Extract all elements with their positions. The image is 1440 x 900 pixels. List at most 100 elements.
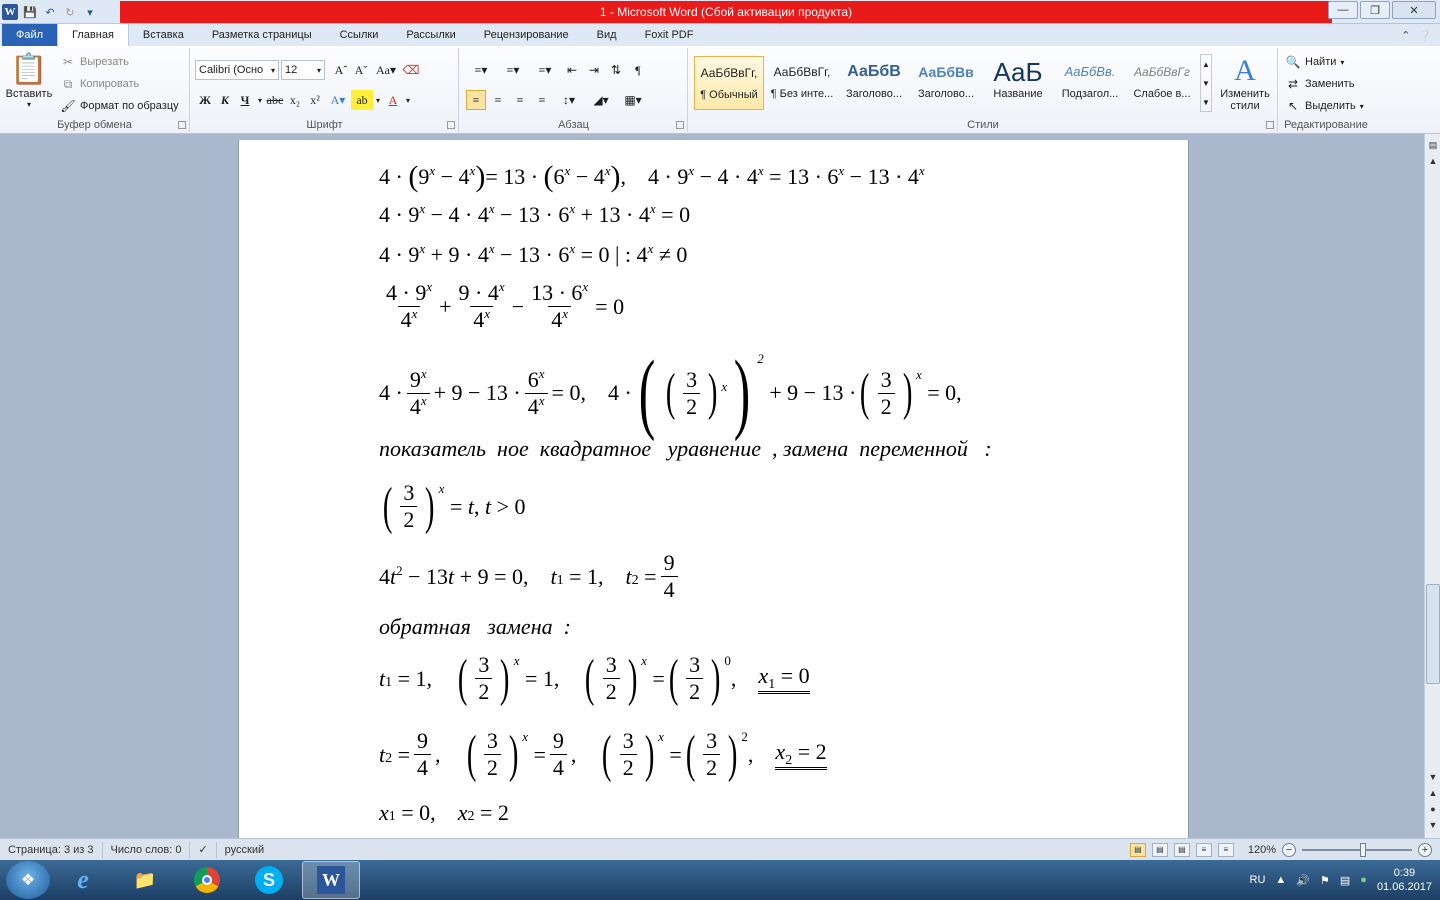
italic-icon[interactable]: К	[215, 90, 235, 110]
help-icon[interactable]: ❔	[1418, 29, 1432, 42]
styles-scroll[interactable]: ▲ ▼ ▼	[1200, 54, 1212, 112]
line-spacing-icon[interactable]: ↕▾	[554, 90, 584, 110]
clear-formatting-icon[interactable]: ⌫	[401, 60, 421, 80]
flag-icon[interactable]: ⚑	[1320, 874, 1330, 887]
select-button[interactable]: ↖ Выделить ▾	[1285, 98, 1364, 114]
full-screen-reading-icon[interactable]: ▤	[1151, 842, 1168, 857]
change-styles-button[interactable]: A Изменить стили	[1215, 54, 1275, 112]
style-heading-1[interactable]: АаБбВ Заголово...	[839, 56, 909, 110]
word-taskbar-icon[interactable]: W	[302, 861, 360, 899]
change-case-icon[interactable]: Aa▾	[371, 60, 401, 80]
previous-page-icon[interactable]: ▲	[1425, 786, 1440, 800]
decrease-indent-icon[interactable]: ⇤	[562, 60, 582, 80]
font-name-combo[interactable]: Calibri (Осно ▾	[195, 60, 279, 80]
tab-page-layout[interactable]: Разметка страницы	[198, 24, 326, 46]
replace-button[interactable]: ⇄ Заменить	[1285, 76, 1354, 92]
borders-icon[interactable]: ▦▾	[618, 90, 648, 110]
tab-home[interactable]: Главная	[57, 23, 129, 46]
scroll-thumb[interactable]	[1426, 584, 1440, 684]
style-heading-2[interactable]: АаБбВв Заголово...	[911, 56, 981, 110]
highlight-icon[interactable]: ab	[351, 90, 373, 110]
minimize-icon[interactable]: —	[1328, 1, 1358, 19]
language[interactable]: русский	[217, 842, 272, 858]
style-title[interactable]: АаБ Название	[983, 56, 1053, 110]
scroll-down-icon[interactable]: ▼	[1425, 770, 1440, 784]
style-subtitle[interactable]: АаБбВв. Подзагол...	[1055, 56, 1125, 110]
sort-icon[interactable]: ⇅	[606, 60, 626, 80]
language-indicator[interactable]: RU	[1250, 874, 1266, 886]
style-normal[interactable]: АаБбВвГг, ¶ Обычный	[694, 56, 764, 110]
tab-review[interactable]: Рецензирование	[470, 24, 583, 46]
font-color-icon[interactable]: A	[383, 90, 403, 110]
file-explorer-icon[interactable]: 📁	[116, 861, 174, 899]
find-button[interactable]: 🔍 Найти ▾	[1285, 54, 1345, 70]
tab-view[interactable]: Вид	[583, 24, 631, 46]
zoom-level[interactable]: 120%	[1248, 844, 1276, 856]
close-icon[interactable]: ✕	[1392, 1, 1436, 19]
draft-icon[interactable]: ≡	[1217, 842, 1234, 857]
outline-icon[interactable]: ≡	[1195, 842, 1212, 857]
align-center-icon[interactable]: ≡	[488, 90, 508, 110]
show-hidden-icons-icon[interactable]: ▲	[1275, 874, 1286, 886]
ruler-toggle-icon[interactable]: ▤	[1425, 138, 1440, 152]
network-icon[interactable]: ▤	[1340, 874, 1350, 887]
minimize-ribbon-icon[interactable]: ⌃	[1401, 29, 1410, 42]
save-icon[interactable]: 💾	[22, 4, 38, 20]
bold-icon[interactable]: Ж	[195, 90, 215, 110]
highlight-dropdown-icon[interactable]: ▾	[373, 90, 383, 110]
align-right-icon[interactable]: ≡	[510, 90, 530, 110]
zoom-in-icon[interactable]: +	[1418, 842, 1432, 857]
undo-icon[interactable]: ↶	[42, 4, 58, 20]
font-color-dropdown-icon[interactable]: ▾	[403, 90, 413, 110]
dialog-launcher-icon[interactable]	[178, 121, 186, 129]
superscript-icon[interactable]: x²	[305, 90, 325, 110]
font-size-combo[interactable]: 12 ▾	[281, 60, 325, 80]
subscript-icon[interactable]: x₂	[285, 90, 305, 110]
underline-dropdown-icon[interactable]: ▾	[255, 90, 265, 110]
web-layout-icon[interactable]: ▤	[1173, 842, 1190, 857]
word-count[interactable]: Число слов: 0	[103, 841, 191, 858]
increase-indent-icon[interactable]: ⇥	[584, 60, 604, 80]
grow-font-icon[interactable]: Aˆ	[331, 60, 351, 80]
chrome-icon[interactable]	[178, 861, 236, 899]
tab-references[interactable]: Ссылки	[326, 24, 393, 46]
tab-insert[interactable]: Вставка	[129, 24, 198, 46]
page-count[interactable]: Страница: 3 из 3	[0, 841, 103, 858]
next-page-icon[interactable]: ▼	[1425, 818, 1440, 832]
maximize-icon[interactable]: ❐	[1360, 1, 1390, 19]
volume-icon[interactable]: 🔊	[1296, 874, 1310, 887]
customize-icon[interactable]: ▾	[82, 4, 98, 20]
pilcrow-icon[interactable]: ¶	[628, 60, 648, 80]
dialog-launcher-icon[interactable]	[447, 121, 455, 129]
word-app-icon[interactable]: W	[2, 4, 18, 20]
dialog-launcher-icon[interactable]	[1266, 121, 1274, 129]
print-layout-icon[interactable]: ▤	[1129, 842, 1146, 857]
update-icon[interactable]: ●	[1360, 874, 1367, 886]
paste-button[interactable]: 📋 Вставить ▾	[4, 52, 54, 109]
copy-button[interactable]: ⧉ Копировать	[60, 76, 140, 92]
scroll-up-icon[interactable]: ▲	[1425, 154, 1440, 168]
text-effects-icon[interactable]: A▾	[325, 90, 351, 110]
tab-foxit-pdf[interactable]: Foxit PDF	[631, 24, 708, 46]
numbering-icon[interactable]: ≡▾	[498, 60, 528, 80]
start-button[interactable]: ❖	[6, 861, 50, 899]
tab-mailings[interactable]: Рассылки	[392, 24, 469, 46]
redo-icon[interactable]: ↻	[62, 4, 78, 20]
zoom-out-icon[interactable]: −	[1282, 842, 1296, 857]
shrink-font-icon[interactable]: Aˇ	[351, 60, 371, 80]
internet-explorer-icon[interactable]: e	[54, 861, 112, 899]
zoom-slider-knob[interactable]	[1360, 842, 1366, 857]
zoom-slider[interactable]	[1302, 842, 1412, 857]
tab-file[interactable]: Файл	[2, 24, 58, 46]
bullets-icon[interactable]: ≡▾	[466, 60, 496, 80]
cut-button[interactable]: ✂ Вырезать	[60, 54, 129, 70]
strikethrough-icon[interactable]: abc	[265, 90, 285, 110]
dialog-launcher-icon[interactable]	[676, 121, 684, 129]
style-no-spacing[interactable]: АаБбВвГг, ¶ Без инте...	[767, 56, 837, 110]
vertical-scrollbar[interactable]: ▤ ▲ ▼ ▲ ● ▼	[1424, 134, 1440, 838]
document-page[interactable]: 4 · (9 x − 4 x) = 13 · (6 x − 4 x), 4 · 9x − 4…	[238, 140, 1189, 838]
underline-icon[interactable]: Ч	[235, 90, 255, 110]
clock[interactable]: 0:39 01.06.2017	[1377, 866, 1432, 894]
skype-icon[interactable]: S	[240, 861, 298, 899]
format-painter-button[interactable]: 🖌 Формат по образцу	[60, 98, 178, 114]
